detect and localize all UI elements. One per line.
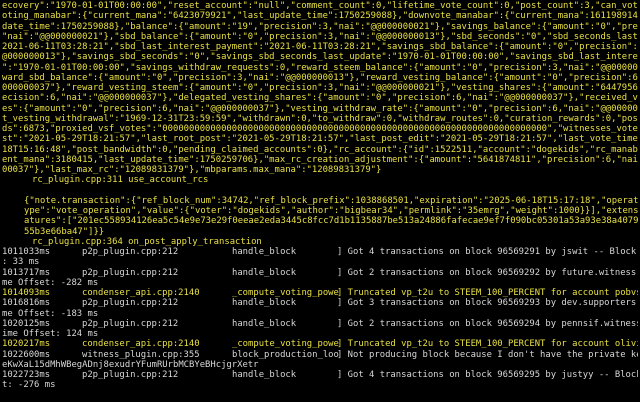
log-source: p2p_plugin.cpp:212: [82, 298, 179, 309]
log-row: 1020125ms p2p_plugin.cpp:212 handle_block]…: [2, 319, 638, 329]
log-function: handle_block: [232, 247, 297, 257]
log-source: p2p_plugin.cpp:212: [82, 318, 179, 329]
log-message: ] Not producing block because I don't ha…: [337, 349, 638, 360]
log-message-wrap: ime Offset: 124 ms: [2, 329, 99, 339]
transaction-json-block: {"note.transaction":{"ref_block_num":347…: [2, 196, 638, 237]
log-function: handle_block: [232, 267, 297, 278]
json-line: date_time":1750259088},"balance":{"amoun…: [2, 21, 638, 32]
log-message: ] Got 4 transactions on block 96569295 b…: [337, 370, 638, 380]
json-line: ecovery":"1970-01-01T00:00:00","reset_ac…: [2, 1, 638, 11]
log-timestamp: 1016816ms: [2, 298, 51, 309]
log-source: condenser_api.cpp:2140: [82, 288, 200, 298]
json-line: ype":"vote_operation","value":{"voter":"…: [24, 206, 638, 216]
log-timestamp: 1011033ms: [2, 247, 51, 257]
json-line: atures":["201ec558934126ea5c54e9e73e29f0…: [24, 216, 638, 227]
log-message-wrap: eKwXaL15dMhWBegADnj8exudrYFumRUrbMCBYeBH…: [2, 359, 259, 370]
json-line: t_vesting_withdrawal":"1969-12-31T23:59:…: [2, 113, 638, 124]
json-line: ent_mana":3180415,"last_update_time":175…: [2, 154, 638, 165]
log-source: condenser_api.cpp:2140: [82, 339, 200, 350]
log-source: p2p_plugin.cpp:212: [82, 267, 179, 278]
log-message-wrap: t: -276 ms: [2, 380, 56, 391]
log-row: 1020217ms condenser_api.cpp:2140 _compute_…: [2, 339, 638, 349]
log-timestamp: 1014093ms: [2, 288, 51, 298]
log-row: 1022723ms p2p_plugin.cpp:212 handle_block]…: [2, 370, 638, 380]
plugin-trace-line: rc_plugin.cpp:311 use_account_rcs: [32, 175, 209, 186]
plugin-trace-line: rc_plugin.cpp:364 on_post_apply_transact…: [32, 236, 262, 247]
json-line: 18T15:16:48","post_bandwidth":0,"pending…: [2, 144, 638, 155]
log-row: 1014093ms condenser_api.cpp:2140 _compute_…: [2, 288, 638, 298]
json-line: 00037"},"last_max_rc":"12089831379"},"mb…: [2, 165, 382, 175]
json-line: "nai":"@@000000021"},"sbd_balance":{"amo…: [2, 31, 638, 42]
json-line: st":"2021-05-29T18:21:57","last_root_pos…: [2, 134, 638, 145]
log-rows: 1011033ms p2p_plugin.cpp:212 handle_block]…: [2, 247, 638, 391]
terminal-window[interactable]: ecovery":"1970-01-01T00:00:00","reset_ac…: [0, 0, 640, 402]
log-function: _compute_voting_powe: [232, 339, 339, 350]
json-line: oting_manabar":{"current_mana":"64230799…: [2, 11, 638, 22]
log-timestamp: 1020217ms: [2, 339, 51, 350]
log-function: block_production_loo: [232, 349, 339, 360]
log-function: _compute_voting_powe: [232, 288, 339, 298]
json-line: {"note.transaction":{"ref_block_num":347…: [24, 195, 638, 206]
log-row: 1022600ms witness_plugin.cpp:355 block_pro…: [2, 350, 638, 360]
log-source: p2p_plugin.cpp:212: [82, 247, 179, 257]
log-message: ] Truncated vp_t2u to STEEM_100_PERCENT …: [337, 339, 638, 350]
log-message: ] Got 2 transactions on block 96569294 b…: [337, 318, 638, 329]
log-timestamp: 1022600ms: [2, 349, 51, 360]
log-function: handle_block: [232, 370, 297, 380]
log-row: 1016816ms p2p_plugin.cpp:212 handle_block]…: [2, 298, 638, 308]
json-line: 2021-06-11T03:28:21","sbd_last_interest_…: [2, 42, 638, 52]
json-line: ds":6873,"proxied_vsf_votes":"0000000000…: [2, 124, 638, 134]
json-line: es":{"amount":"0","precision":6,"nai":"@…: [2, 103, 638, 114]
json-line: ":"1970-01-01T00:00:00","savings_withdra…: [2, 62, 638, 73]
log-function: handle_block: [232, 298, 297, 309]
json-line: @000000013"},"savings_sbd_seconds":"0","…: [2, 52, 638, 63]
log-row: 1013717ms p2p_plugin.cpp:212 handle_block]…: [2, 268, 638, 278]
json-line: 000000037"},"reward_vesting_steem":{"amo…: [2, 83, 638, 93]
log-row: 1011033ms p2p_plugin.cpp:212 handle_block]…: [2, 247, 638, 257]
json-line: ecision":6,"nai":"@@000000037"},"delegat…: [2, 93, 638, 104]
log-timestamp: 1020125ms: [2, 318, 51, 329]
log-message-wrap: : 33 ms: [2, 257, 40, 268]
log-function: handle_block: [232, 318, 297, 329]
log-source: witness_plugin.cpp:355: [82, 349, 200, 360]
log-message: ] Got 4 transactions on block 96569291 b…: [337, 247, 637, 257]
log-message: ] Truncated vp_t2u to STEEM_100_PERCENT …: [337, 288, 638, 298]
log-message: ] Got 3 transactions on block 96569293 b…: [337, 298, 637, 309]
json-line: ward_sbd_balance":{"amount":"0","precisi…: [2, 72, 638, 83]
log-message: ] Got 2 transactions on block 96569292 b…: [337, 267, 637, 278]
log-message-wrap: me Offset: -282 ms: [2, 277, 99, 288]
log-source: p2p_plugin.cpp:212: [82, 370, 179, 380]
log-timestamp: 1022723ms: [2, 370, 51, 380]
json-output-block: ecovery":"1970-01-01T00:00:00","reset_ac…: [2, 1, 638, 175]
json-line: 55b3e66ba47"]}}: [24, 226, 105, 237]
log-timestamp: 1013717ms: [2, 267, 51, 278]
log-message-wrap: me Offset: -183 ms: [2, 308, 99, 319]
